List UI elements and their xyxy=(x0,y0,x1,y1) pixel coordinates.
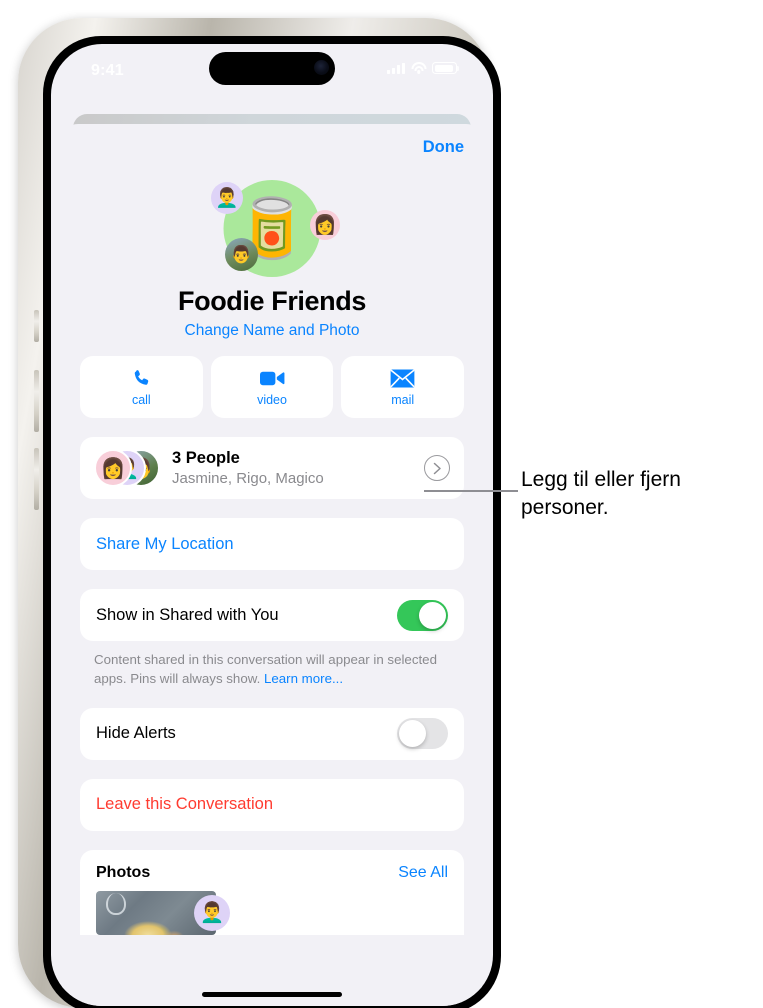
call-label: call xyxy=(131,392,151,407)
change-name-and-photo-link[interactable]: Change Name and Photo xyxy=(62,322,482,340)
iphone-frame: 9:41 Done xyxy=(18,18,501,1008)
cellular-bars-icon xyxy=(387,62,405,74)
photo-sender-avatar: 👨‍🦱 xyxy=(194,894,230,931)
video-camera-icon xyxy=(259,368,285,389)
phone-screen: 9:41 Done xyxy=(51,44,493,1006)
avatar-cluster: 🥫 👨‍🦱 👩 👨 xyxy=(62,176,482,284)
share-my-location-label: Share My Location xyxy=(96,534,234,553)
people-text: 3 People Jasmine, Rigo, Magico xyxy=(172,448,324,488)
chevron-right-icon[interactable] xyxy=(424,455,450,481)
status-bar-indicators xyxy=(387,62,460,74)
status-bar: 9:41 xyxy=(51,44,493,96)
action-buttons-row: call video mail xyxy=(80,356,465,418)
phone-bezel: 9:41 Done xyxy=(43,36,501,1008)
leave-conversation-label: Leave this Conversation xyxy=(96,795,274,814)
volume-down-button[interactable] xyxy=(34,448,39,510)
leave-conversation-row[interactable]: Leave this Conversation xyxy=(80,778,464,831)
hide-alerts-row[interactable]: Hide Alerts xyxy=(80,707,464,760)
wine-glass-shape xyxy=(106,892,126,915)
group-title: Foodie Friends xyxy=(178,286,366,316)
wifi-icon xyxy=(411,62,426,74)
hide-alerts-label: Hide Alerts xyxy=(96,724,176,743)
battery-icon xyxy=(432,62,460,74)
toggle-knob xyxy=(399,720,426,748)
video-button[interactable]: video xyxy=(210,356,334,418)
front-camera-icon xyxy=(314,60,329,75)
mail-button[interactable]: mail xyxy=(341,356,465,418)
group-header: 🥫 👨‍🦱 👩 👨 Foodie Friends Change Name and… xyxy=(62,174,482,340)
action-button[interactable] xyxy=(34,310,39,342)
volume-up-button[interactable] xyxy=(34,370,39,432)
photos-header: Photos See All xyxy=(96,864,448,882)
home-indicator[interactable] xyxy=(202,992,342,997)
avatar-face: 👨 xyxy=(230,244,253,264)
people-avatar-stack: 👨 👨‍🦱 👩 xyxy=(94,449,162,487)
screenshot-root: 9:41 Done xyxy=(0,0,763,1008)
mail-label: mail xyxy=(391,392,415,407)
envelope-icon xyxy=(390,368,415,389)
show-in-shared-with-you-toggle[interactable] xyxy=(397,599,448,631)
avatar-jasmine: 👩 xyxy=(94,449,132,487)
sheet-header: Done xyxy=(62,124,482,174)
show-in-shared-with-you-label: Show in Shared with You xyxy=(96,605,279,624)
people-names: Jasmine, Rigo, Magico xyxy=(172,469,324,487)
people-count: 3 People xyxy=(172,448,240,467)
callout-text: Legg til eller fjern personer. xyxy=(521,468,681,519)
done-button[interactable]: Done xyxy=(423,138,464,157)
phone-icon xyxy=(129,368,154,389)
sheet-content: call video mail 👩 3 People Jasmine, Rigo… xyxy=(62,356,482,935)
photo-avatar-green: 👨 xyxy=(225,238,258,271)
photos-title: Photos xyxy=(96,863,151,881)
show-in-shared-with-you-row[interactable]: Show in Shared with You xyxy=(80,589,464,641)
shared-with-you-footnote: Content shared in this conversation will… xyxy=(80,651,464,689)
call-button[interactable]: call xyxy=(80,356,203,418)
see-all-button[interactable]: See All xyxy=(398,864,448,882)
video-label: video xyxy=(257,392,287,407)
people-row[interactable]: 👨 👨‍🦱 👩 3 People Jasmine, Rigo, Magico xyxy=(80,437,464,499)
photos-section: Photos See All 👨‍🦱 xyxy=(80,849,464,935)
callout-leader-line xyxy=(424,490,518,492)
memoji-avatar-pink: 👩 xyxy=(310,210,340,240)
photos-thumbnail-row: 👨‍🦱 xyxy=(96,890,448,935)
toggle-knob xyxy=(419,601,446,629)
memoji-avatar-lavender: 👨‍🦱 xyxy=(211,182,243,214)
status-bar-time: 9:41 xyxy=(91,62,124,79)
share-my-location-row[interactable]: Share My Location xyxy=(80,518,464,570)
group-details-sheet: Done 🥫 👨‍🦱 👩 👨 Foodie Friends Change Nam… xyxy=(62,124,482,1006)
hide-alerts-toggle[interactable] xyxy=(397,718,448,750)
learn-more-link[interactable]: Learn more... xyxy=(264,671,343,686)
